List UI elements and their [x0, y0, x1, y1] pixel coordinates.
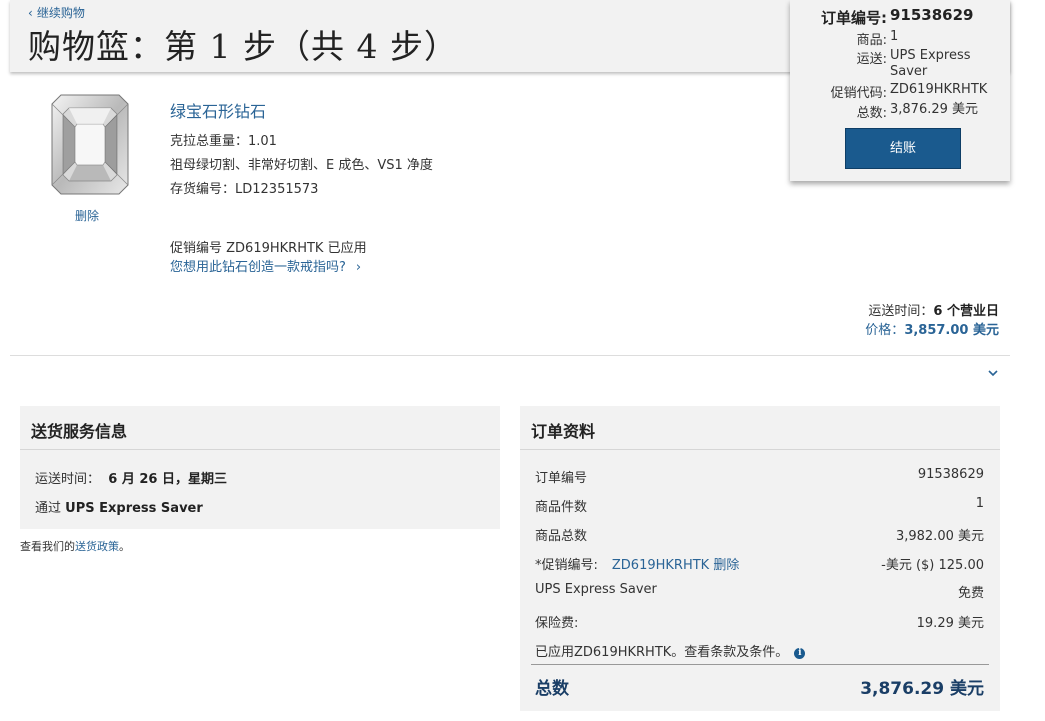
delivery-panel-title: 送货服务信息	[31, 422, 128, 441]
create-ring-link[interactable]: 您想用此钻石创造一款戒指吗? ›	[170, 256, 361, 275]
order-row-subtotal: 商品总数 3,982.00 美元	[535, 529, 984, 544]
order-summary-box: 订单编号: 91538629 商品: 1 运送: UPS Express Sav…	[790, 0, 1010, 181]
product-description: 祖母绿切割、非常好切割、E 成色、VS1 净度	[170, 158, 433, 173]
order-row-quantity: 商品件数 1	[535, 496, 984, 515]
product-stock-number: 存货编号：LD12351573	[170, 182, 319, 197]
delivery-time: 运送时间： 6 月 26 日，星期三	[35, 472, 227, 487]
create-ring-label: 您想用此钻石创造一款戒指吗?	[170, 260, 346, 275]
chevron-right-icon: ›	[355, 260, 362, 275]
delivery-panel-header: 送货服务信息	[20, 406, 500, 450]
product-carat: 克拉总重量：1.01	[170, 134, 277, 149]
page-title: 购物篮：第 1 步（共 4 步）	[28, 27, 458, 66]
order-row-promo: *促销编号: ZD619HKRHTK 删除 -美元 ($) 125.00	[535, 558, 984, 573]
order-applied-note: 已应用ZD619HKRHTK。查看条款及条件。 i	[535, 641, 984, 660]
chevron-left-icon: ‹	[28, 6, 33, 20]
product-name-link[interactable]: 绿宝石形钻石	[170, 98, 266, 122]
item-ship-time: 运送时间：6 个营业日	[868, 304, 999, 319]
continue-shopping-link[interactable]: ‹ 继续购物	[28, 4, 85, 21]
delivery-info-panel: 送货服务信息 运送时间： 6 月 26 日，星期三 通过 UPS Express…	[20, 406, 500, 529]
delivery-carrier: 通过 UPS Express Saver	[35, 501, 203, 516]
promo-applied-text: 促销编号 ZD619HKRHTK 已应用	[170, 241, 367, 256]
order-row-shipping: UPS Express Saver 免费	[535, 582, 984, 601]
order-info-panel: 订单资料 订单编号 91538629 商品件数 1 商品总数 3,982.00 …	[520, 406, 1000, 711]
total-divider	[531, 664, 989, 665]
order-panel-header: 订单资料	[520, 406, 1000, 450]
checkout-button[interactable]: 结账	[845, 128, 961, 169]
divider	[10, 355, 1010, 356]
item-price: 价格：3,857.00 美元	[865, 323, 999, 338]
continue-shopping-label: 继续购物	[36, 6, 85, 20]
diamond-image	[51, 94, 129, 195]
shipping-policy-note: 查看我们的送货政策。	[20, 540, 130, 553]
shipping-policy-link[interactable]: 送货政策	[75, 540, 119, 553]
chevron-down-icon[interactable]	[986, 366, 1000, 380]
remove-item-link[interactable]: 删除	[75, 207, 99, 224]
order-row-insurance: 保险费: 19.29 美元	[535, 616, 984, 631]
promo-remove-link[interactable]: ZD619HKRHTK 删除	[612, 558, 739, 573]
info-icon[interactable]: i	[794, 648, 806, 659]
order-panel-title: 订单资料	[531, 422, 596, 441]
order-row-number: 订单编号 91538629	[535, 467, 984, 486]
